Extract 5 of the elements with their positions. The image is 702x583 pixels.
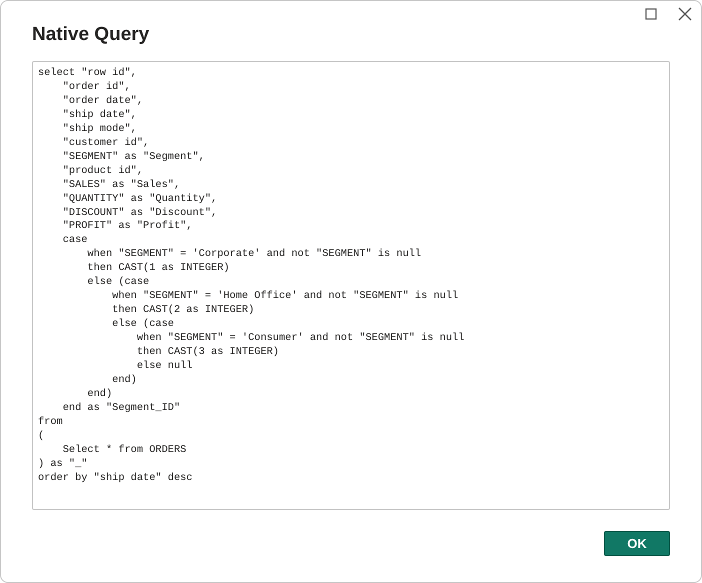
window-title: Native Query (32, 23, 150, 47)
maximize-icon[interactable] (643, 6, 659, 22)
close-icon[interactable] (677, 6, 693, 22)
ok-button[interactable]: OK (604, 531, 670, 556)
query-text[interactable]: select "row id", "order id", "order date", "ship date", "ship mode", "customer id", "SEGMENT" as "Segment", "product id", "SALES" as "Sales", "QUANTITY" as "Quantity", "DISCOUNT" as "Discount", "PROFIT" as "Profit", case when "SEGMENT" = 'Corporate' and not "SEGMENT" is null then CAST(1 as INTEGER) else (case when "SEGMENT" = 'Home Office' and not "SEGMENT" is null then CAST(2 as INTEGER) else (case when "SEGMENT" = 'Consumer' and not "SEGMENT" is null then CAST(3 as INTEGER) else null end) end) end as "Segment_ID" from ( Select * from ORDERS ) as "_" order by "ship date" desc (32, 61, 670, 510)
